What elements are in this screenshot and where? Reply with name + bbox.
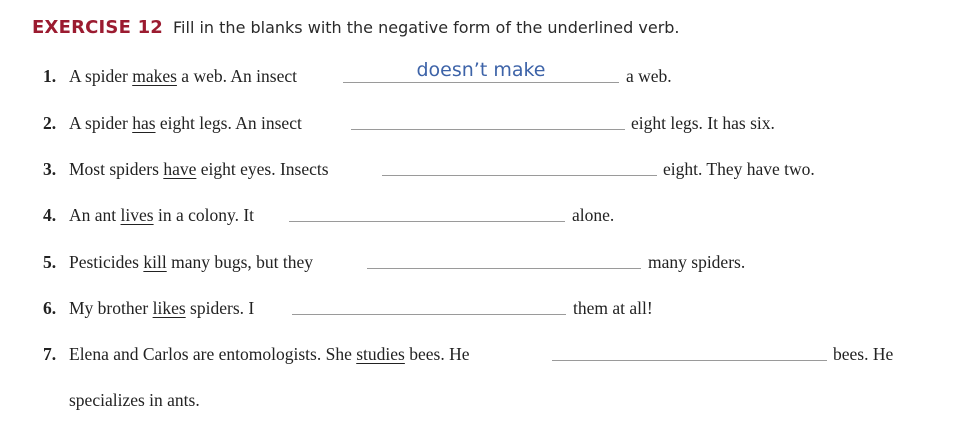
item-sentence: An ant lives in a colony. It: [69, 203, 254, 227]
item-number: 3.: [43, 159, 57, 179]
underlined-verb: makes: [132, 66, 177, 86]
answer-blank[interactable]: [292, 296, 566, 315]
underlined-verb: studies: [356, 344, 405, 364]
sentence-start: A spider: [69, 113, 133, 133]
underlined-verb: kill: [143, 252, 167, 272]
sentence-end: eight. They have two.: [663, 159, 815, 179]
item-sentence: A spider has eight legs. An insect: [69, 111, 302, 135]
item-sentence: Elena and Carlos are entomologists. She …: [69, 342, 470, 366]
answer-blank[interactable]: [289, 203, 565, 222]
sentence-end: many spiders.: [648, 252, 746, 272]
underlined-verb: have: [163, 159, 197, 179]
answer-blank[interactable]: [552, 342, 827, 361]
sentence-middle: in a colony. It: [153, 205, 255, 225]
item-sentence: My brother likes spiders. I: [69, 296, 254, 320]
exercise-header: EXERCISE 12 Fill in the blanks with the …: [32, 17, 680, 38]
item-sentence: Most spiders have eight eyes. Insects: [69, 157, 329, 181]
sentence-middle: a web. An insect: [176, 66, 297, 86]
underlined-verb: likes: [152, 298, 186, 318]
sentence-start: Elena and Carlos are entomologists. She: [69, 344, 357, 364]
answer-blank[interactable]: [382, 157, 657, 176]
sentence-start: An ant: [69, 205, 121, 225]
item-sentence: Pesticides kill many bugs, but they: [69, 250, 313, 274]
item-number: 5.: [43, 252, 57, 272]
item-number: 7.: [43, 344, 57, 364]
item-number: 2.: [43, 113, 57, 133]
sentence-end: bees. He: [833, 344, 894, 364]
item-number: 4.: [43, 205, 57, 225]
exercise-instruction: Fill in the blanks with the negative for…: [173, 18, 680, 37]
sentence-start: Pesticides: [69, 252, 144, 272]
sentence-middle: many bugs, but they: [166, 252, 314, 272]
underlined-verb: has: [132, 113, 156, 133]
sentence-start: Most spiders: [69, 159, 164, 179]
sentence-end: eight legs. It has six.: [631, 113, 775, 133]
answer-blank[interactable]: [367, 250, 641, 269]
sentence-start: My brother: [69, 298, 153, 318]
sentence-end: them at all!: [573, 298, 653, 318]
sentence-middle: eight eyes. Insects: [196, 159, 329, 179]
answer-blank[interactable]: [351, 111, 625, 130]
sentence-end: alone.: [572, 205, 615, 225]
exercise-title: EXERCISE 12: [32, 17, 164, 38]
item-number: 6.: [43, 298, 57, 318]
item-sentence: A spider makes a web. An insect: [69, 64, 297, 88]
sentence-middle: eight legs. An insect: [155, 113, 302, 133]
item-number: 1.: [43, 66, 57, 86]
sentence-end: a web.: [626, 66, 672, 86]
answer-blank[interactable]: doesn’t make: [343, 59, 619, 83]
sentence-start: A spider: [69, 66, 133, 86]
underlined-verb: lives: [120, 205, 154, 225]
sentence-middle: bees. He: [404, 344, 470, 364]
sentence-continuation: specializes in ants.: [69, 390, 200, 410]
sentence-middle: spiders. I: [185, 298, 255, 318]
handwritten-answer: doesn’t make: [416, 59, 546, 81]
